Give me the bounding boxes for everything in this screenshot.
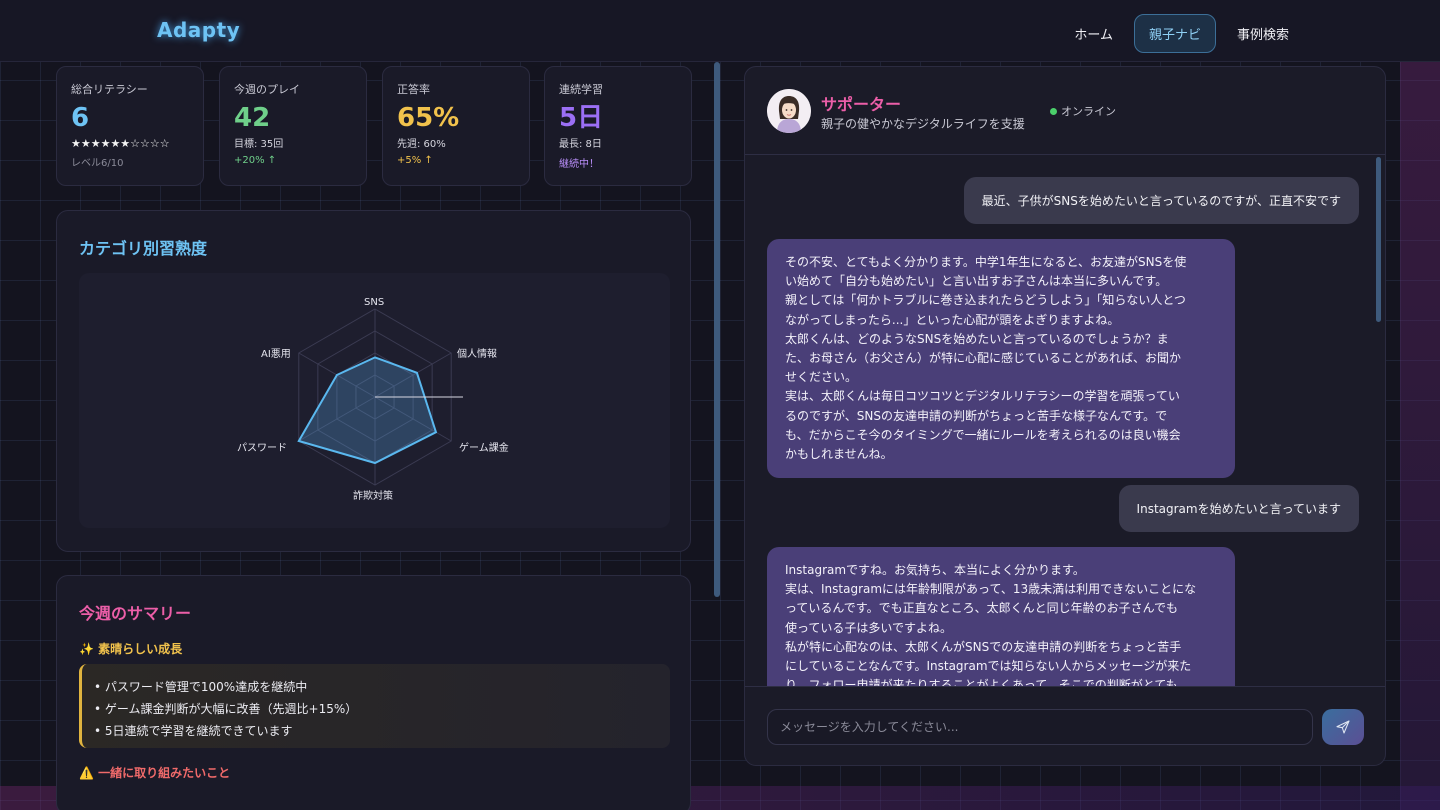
message-line: り、フォロー申請が来たりすることがよくあって、そこでの判断がとても — [785, 678, 1178, 686]
panel-title: カテゴリ別習熟度 — [79, 239, 208, 258]
list-item: • 5日連続で学習を継続できています — [94, 724, 293, 738]
radar-label-personal-info: 個人情報 — [457, 349, 497, 360]
message-line: Instagramですね。お気持ち、本当によく分かります。 — [785, 563, 1085, 577]
stat-value: 65% — [397, 103, 460, 133]
rating-stars: ★★★★★★☆☆☆☆ — [71, 137, 170, 150]
panel-title: 今週のサマリー — [79, 604, 192, 623]
stat-delta: +20% ↑ — [234, 155, 277, 166]
stat-label: 正答率 — [397, 83, 430, 96]
stat-sub: 目標: 35回 — [234, 139, 284, 150]
stat-card-weekly-play: 今週のプレイ 42 目標: 35回 +20% ↑ — [219, 66, 367, 186]
radar-chart: SNS 個人情報 ゲーム課金 詐欺対策 パスワード AI悪用 — [79, 273, 670, 528]
message-line: かもしれませんね。 — [785, 447, 893, 462]
stat-label: 総合リテラシー — [71, 83, 148, 96]
stat-card-literacy: 総合リテラシー 6 ★★★★★★☆☆☆☆ レベル6/10 — [56, 66, 204, 186]
background-glow — [1400, 60, 1440, 810]
radar-label-password: パスワード — [237, 443, 287, 454]
chat-agent-name: サポーター — [821, 95, 902, 114]
stat-level: レベル6/10 — [71, 158, 124, 169]
bot-message: Instagramですね。お気持ち、本当によく分かります。 実は、Instagr… — [767, 547, 1235, 686]
radar-label-sns: SNS — [364, 297, 385, 308]
message-line: 太郎くんは、どのようなSNSを始めたいと言っているのでしょうか？ま — [785, 331, 1169, 346]
chat-agent-description: 親子の健やかなデジタルライフを支援 — [821, 117, 1025, 131]
message-line: ながってしまったら...」といった心配が頭をよぎりますよね。 — [785, 312, 1120, 327]
together-heading: ⚠️ 一緒に取り組みたいこと — [79, 766, 231, 780]
message-line: っているんです。でも正直なところ、太郎くんと同じ年齢のお子さんでも — [785, 601, 1179, 616]
message-input[interactable] — [767, 709, 1313, 745]
radar-label-ai-misuse: AI悪用 — [261, 349, 291, 360]
message-line: 私が特に心配なのは、太郎くんがSNSでの友達申請の判断をちょっと苦手 — [785, 639, 1182, 654]
stat-delta: 継続中！ — [559, 159, 599, 170]
stat-value: 6 — [71, 103, 90, 133]
chat-scrollbar[interactable] — [1376, 157, 1381, 322]
stat-label: 連続学習 — [559, 83, 603, 96]
main-nav: ホーム 親子ナビ 事例検索 — [1063, 14, 1300, 53]
radar-label-fraud: 詐欺対策 — [353, 491, 393, 502]
message-line: 親としては「何かトラブルに巻き込まれたらどうしよう」「知らない人とつ — [785, 293, 1186, 308]
chat-panel: サポーター 親子の健やかなデジタルライフを支援 オンライン 最近、子供がSNSを… — [744, 66, 1386, 766]
message-line: るのですが、SNSの友達申請の判断がちょっと苦手な様子なんです。で — [785, 408, 1168, 423]
stat-sub: 先週: 60% — [397, 139, 446, 150]
nav-item-case-search[interactable]: 事例検索 — [1226, 14, 1300, 53]
user-message: 最近、子供がSNSを始めたいと言っているのですが、正直不安です — [963, 177, 1359, 224]
top-header: Adapty ホーム 親子ナビ 事例検索 — [0, 0, 1440, 62]
stat-value: 42 — [234, 103, 271, 133]
chat-input-bar — [745, 686, 1385, 765]
chat-header: サポーター 親子の健やかなデジタルライフを支援 オンライン — [745, 67, 1385, 155]
chat-messages[interactable]: 最近、子供がSNSを始めたいと言っているのですが、正直不安です その不安、とても… — [745, 156, 1385, 686]
stat-card-streak: 連続学習 5日 最長: 8日 継続中！ — [544, 66, 692, 186]
stat-value: 5日 — [559, 103, 604, 133]
stat-sub: 最長: 8日 — [559, 139, 602, 150]
radar-label-game-billing: ゲーム課金 — [459, 443, 509, 454]
stat-card-accuracy: 正答率 65% 先週: 60% +5% ↑ — [382, 66, 530, 186]
status-dot-icon — [1050, 107, 1057, 115]
list-item: • パスワード管理で100%達成を継続中 — [94, 680, 308, 694]
bot-message: その不安、とてもよく分かります。中学1年生になると、お友達がSNSを使 い始めて… — [767, 239, 1235, 479]
nav-item-parent-navi[interactable]: 親子ナビ — [1133, 14, 1216, 53]
stat-delta: +5% ↑ — [397, 155, 433, 166]
message-line: も、だからこそ今のタイミングで一緒にルールを考えられるのは良い機会 — [785, 427, 1181, 442]
list-item: • ゲーム課金判断が大幅に改善（先週比+15%） — [94, 702, 358, 716]
avatar-icon — [767, 89, 811, 133]
growth-list: • パスワード管理で100%達成を継続中 • ゲーム課金判断が大幅に改善（先週比… — [79, 664, 670, 748]
growth-heading: ✨ 素晴らしい成長 — [79, 642, 183, 656]
message-line: た、お母さん（お父さん）が特に心配に感じていることがあれば、お聞か — [785, 351, 1182, 366]
weekly-summary-panel: 今週のサマリー ✨ 素晴らしい成長 • パスワード管理で100%達成を継続中 •… — [56, 575, 691, 810]
message-line: その不安、とてもよく分かります。中学1年生になると、お友達がSNSを使 — [785, 255, 1187, 269]
stat-label: 今週のプレイ — [234, 83, 300, 96]
message-line: にしていることなんです。Instagramでは知らない人からメッセージが来た — [785, 659, 1192, 674]
radar-data-area — [297, 356, 438, 465]
message-line: 実は、太郎くんは毎日コツコツとデジタルリテラシーの学習を頑張ってい — [785, 389, 1180, 404]
online-status-label: オンライン — [1061, 105, 1116, 118]
message-line: い始めて「自分も始めたい」と言い出すお子さんは本当に多いんです。 — [785, 274, 1168, 289]
nav-item-home[interactable]: ホーム — [1063, 14, 1124, 53]
panel-resize-handle[interactable] — [714, 62, 720, 597]
online-status: オンライン — [1050, 103, 1116, 119]
app-logo[interactable]: Adapty — [157, 18, 240, 42]
category-proficiency-panel: カテゴリ別習熟度 SNS 個人情報 ゲーム課金 詐欺対策 パスワード AI悪用 — [56, 210, 691, 552]
message-line: 使っている子は多いですよね。 — [785, 620, 953, 635]
send-icon — [1336, 720, 1350, 734]
message-line: 実は、Instagramには年齢制限があって、13歳未満は利用できないことにな — [785, 582, 1197, 597]
send-button[interactable] — [1322, 709, 1364, 745]
message-line: せください。 — [785, 370, 858, 385]
user-message: Instagramを始めたいと言っています — [1118, 485, 1359, 532]
